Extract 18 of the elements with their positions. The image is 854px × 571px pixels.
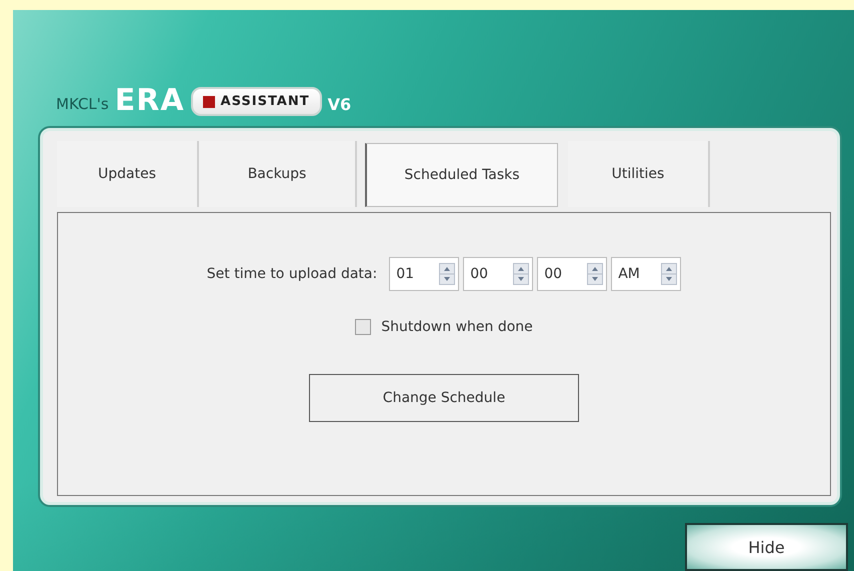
change-schedule-button[interactable]: Change Schedule <box>309 374 579 422</box>
spin-arrows-icon[interactable] <box>661 263 678 285</box>
brand-prefix: MKCL's <box>56 95 109 115</box>
tab[interactable]: Scheduled Tasks <box>365 143 558 207</box>
shutdown-checkbox[interactable] <box>355 319 372 335</box>
assistant-badge: ASSISTANT <box>190 87 322 116</box>
time-spinner[interactable]: 00 <box>463 257 534 291</box>
brand-logo: ERA <box>114 86 185 116</box>
version-label: V6 <box>328 95 352 116</box>
time-label: Set time to upload data: <box>206 266 378 282</box>
hide-button[interactable]: Hide <box>685 523 848 571</box>
time-spinner[interactable]: AM <box>611 257 682 291</box>
shutdown-label: Shutdown when done <box>381 319 533 335</box>
time-spinner[interactable]: 01 <box>389 257 460 291</box>
spin-arrows-icon[interactable] <box>587 263 604 285</box>
time-spinner[interactable]: 00 <box>537 257 608 291</box>
spin-arrows-icon[interactable] <box>513 263 530 285</box>
spin-arrows-icon[interactable] <box>439 263 456 285</box>
